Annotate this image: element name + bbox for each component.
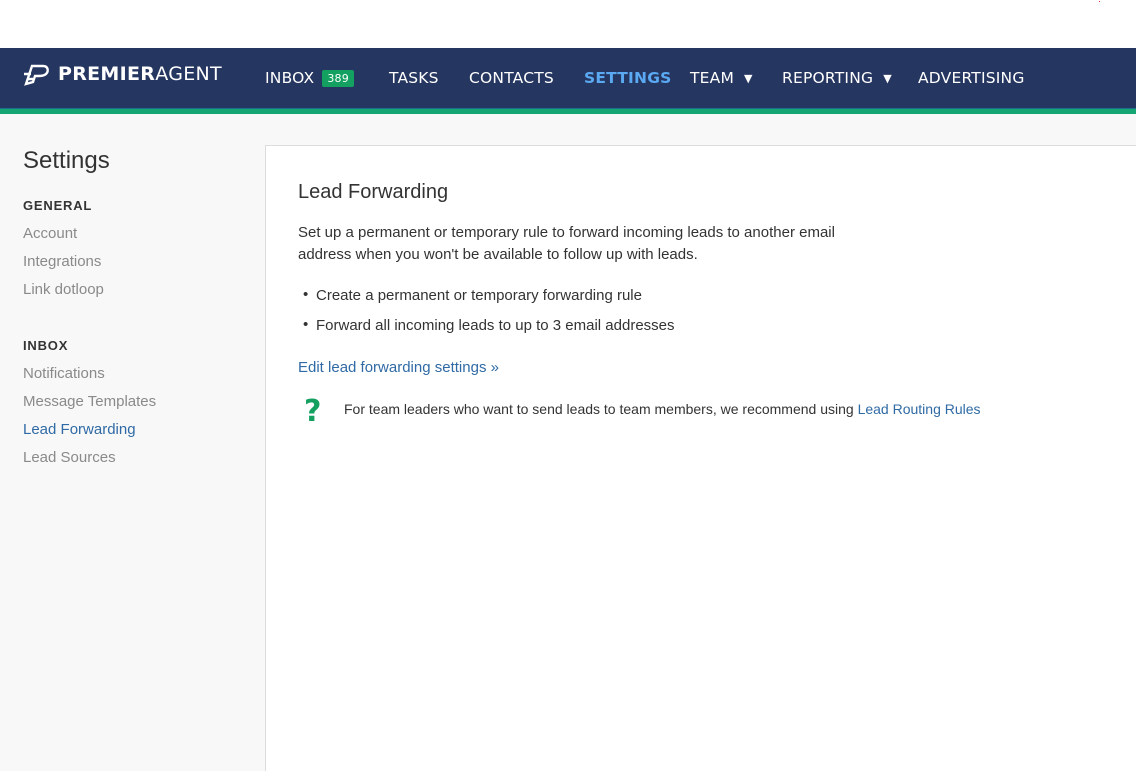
premier-agent-logo[interactable]: PREMIERAGENT [23, 61, 222, 87]
sidebar-item-notifications[interactable]: Notifications [23, 365, 105, 382]
logo-mark-icon [24, 64, 49, 86]
logo-text: PREMIERAGENT [58, 63, 222, 85]
inbox-count-badge: 389 [322, 69, 354, 87]
nav-team[interactable]: TEAM ▼ [690, 48, 753, 108]
nav-tasks-label: TASKS [389, 69, 439, 87]
main-content-panel: Lead Forwarding Set up a permanent or te… [265, 145, 1136, 771]
nav-reporting-label: REPORTING [782, 69, 874, 87]
sidebar-item-link-dotloop[interactable]: Link dotloop [23, 281, 104, 298]
nav-reporting[interactable]: REPORTING ▼ [782, 48, 892, 108]
bullet-item: Forward all incoming leads to up to 3 em… [303, 316, 674, 334]
nav-tasks[interactable]: TASKS [389, 48, 439, 108]
sidebar-item-lead-sources[interactable]: Lead Sources [23, 449, 116, 466]
sidebar-title: Settings [23, 147, 110, 174]
sidebar-item-message-templates[interactable]: Message Templates [23, 393, 156, 410]
page-body: Settings GENERAL Account Integrations Li… [0, 114, 1136, 771]
page-description: Set up a permanent or temporary rule to … [298, 224, 835, 263]
nav-advertising-label: ADVERTISING [918, 69, 1025, 87]
nav-contacts-label: CONTACTS [469, 69, 554, 87]
sidebar-item-lead-forwarding[interactable]: Lead Forwarding [23, 421, 136, 438]
edit-lead-forwarding-link[interactable]: Edit lead forwarding settings » [298, 359, 499, 376]
nav-settings-label: SETTINGS [584, 69, 672, 87]
nav-inbox[interactable]: INBOX 389 [265, 48, 354, 108]
sidebar-item-integrations[interactable]: Integrations [23, 253, 101, 270]
nav-inbox-label: INBOX [265, 69, 315, 87]
sidebar-heading-inbox: INBOX [23, 338, 69, 353]
sidebar-heading-general: GENERAL [23, 198, 93, 213]
lead-routing-rules-link[interactable]: Lead Routing Rules [858, 401, 981, 417]
top-strip [0, 0, 1136, 48]
top-navbar: PREMIERAGENT INBOX 389 TASKS CONTACTS SE… [0, 48, 1136, 108]
team-caret-icon: ▼ [744, 71, 753, 85]
settings-sidebar: Settings GENERAL Account Integrations Li… [0, 114, 265, 771]
help-text: For team leaders who want to send leads … [344, 401, 981, 417]
stray-dot [1099, 1, 1100, 2]
reporting-caret-icon: ▼ [883, 71, 892, 85]
logo-text-light: AGENT [155, 63, 222, 85]
question-mark-icon: ? [304, 394, 322, 429]
help-text-body: For team leaders who want to send leads … [344, 401, 858, 417]
sidebar-item-account[interactable]: Account [23, 225, 77, 242]
bullet-item: Create a permanent or temporary forwardi… [303, 286, 642, 304]
nav-contacts[interactable]: CONTACTS [469, 48, 554, 108]
nav-advertising[interactable]: ADVERTISING [918, 48, 1025, 108]
logo-text-bold: PREMIER [58, 63, 156, 85]
nav-team-label: TEAM [690, 69, 735, 87]
nav-settings[interactable]: SETTINGS [584, 48, 671, 108]
page-title: Lead Forwarding [298, 181, 449, 203]
